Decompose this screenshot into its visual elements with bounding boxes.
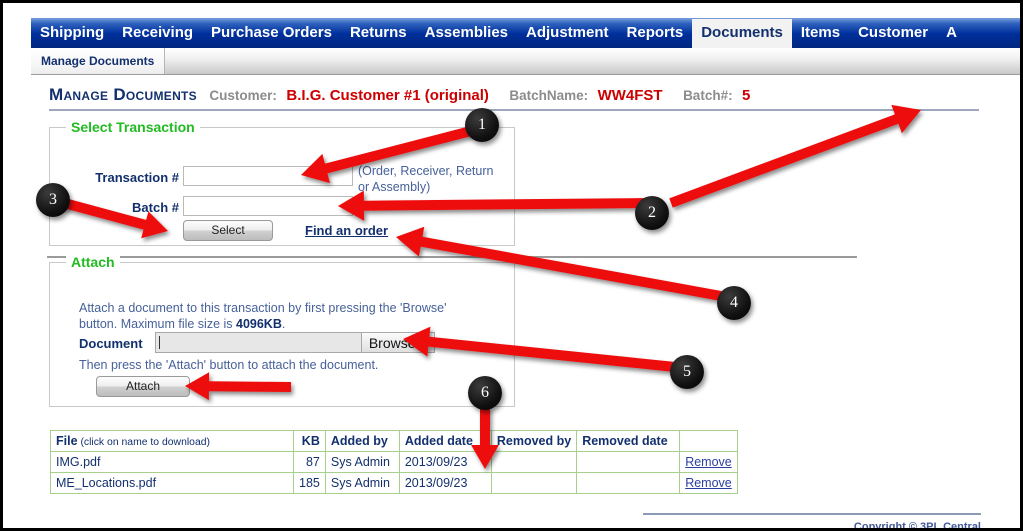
column-header-kb: KB [293,430,326,452]
batchname-label: BatchName: [509,88,589,103]
table-row: ME_Locations.pdf 185 Sys Admin 2013/09/23 Re… [50,472,738,494]
nav-item-label: Customer [858,23,929,41]
nav-item-items[interactable]: Items [792,19,849,48]
nav-item-customer[interactable]: Customer [849,19,937,48]
batchnumber-label: Batch#: [683,88,733,103]
column-header-added-by: Added by [324,430,400,452]
column-header-added-date: Added date [398,430,492,452]
column-header-file-bold: File [56,434,78,448]
sub-navigation: Manage Documents [31,48,1020,75]
column-header-removed-by: Removed by [490,430,578,452]
nav-item-documents[interactable]: Documents [692,18,792,48]
customer-label: Customer: [209,88,277,103]
documents-table: File (click on name to download) KB Adde… [50,430,738,494]
nav-item-label: Receiving [122,23,194,41]
text-cursor-icon [159,336,160,349]
document-file-path-input[interactable] [155,332,362,353]
table-row: IMG.pdf 87 Sys Admin 2013/09/23 Remove [50,451,738,473]
cell-action: Remove [679,451,738,473]
cell-added-by: Sys Admin [324,451,400,473]
nav-item-returns[interactable]: Returns [341,19,416,48]
column-header-action [679,430,738,452]
arrow-2-to-batch-number-header [669,104,921,208]
nav-item-label: Reports [626,23,684,41]
transaction-number-label: Transaction # [95,170,179,185]
transaction-number-input[interactable] [183,166,353,186]
attach-max-size: 4096KB [236,317,282,331]
table-header-row: File (click on name to download) KB Adde… [50,430,738,452]
cell-removed-date [576,472,681,494]
cell-kb: 185 [293,472,326,494]
page-header: Manage Documents Customer: B.I.G. Custom… [49,85,1004,107]
nav-item-label: Assemblies [424,23,509,41]
nav-item-receiving[interactable]: Receiving [113,19,202,48]
nav-item-reports[interactable]: Reports [618,19,693,48]
nav-item-adjustment[interactable]: Adjustment [517,19,618,48]
cell-removed-by [490,451,578,473]
batch-number-input[interactable] [183,196,353,216]
attach-legend: Attach [66,254,120,270]
select-transaction-legend: Select Transaction [66,119,200,135]
nav-item-label: Adjustment [526,23,609,41]
callout-marker-4: 4 [717,286,751,320]
file-download-link[interactable]: ME_Locations.pdf [56,476,156,490]
nav-item-label: Returns [349,23,407,41]
transaction-number-hint: (Order, Receiver, Return or Assembly) [358,164,494,194]
customer-value: B.I.G. Customer #1 (original) [286,87,489,104]
cell-kb: 87 [293,451,326,473]
cell-added-date: 2013/09/23 [398,472,492,494]
nav-item-assemblies[interactable]: Assemblies [416,19,517,48]
cell-file: IMG.pdf [50,451,294,473]
select-button[interactable]: Select [183,220,273,241]
batchnumber-value: 5 [742,87,751,104]
attach-instructions-suffix: . [281,317,286,331]
nav-item-label: A [946,23,957,41]
batch-number-label: Batch # [132,200,179,215]
nav-item-label: Documents [701,23,783,41]
section-divider [47,256,857,258]
document-file-picker[interactable]: Browse... [155,332,435,353]
subnav-filler [165,48,1020,74]
page-title: Manage Documents [49,85,197,104]
batchname-value: WW4FST [597,87,663,104]
attach-button[interactable]: Attach [96,376,190,397]
column-header-file: File (click on name to download) [50,430,294,452]
attach-instructions: Attach a document to this transaction by… [79,300,479,332]
cell-file: ME_Locations.pdf [50,472,294,494]
attach-then-text: Then press the 'Attach' button to attach… [79,358,379,372]
column-header-removed-date: Removed date [576,430,681,452]
browse-button[interactable]: Browse... [362,332,435,353]
subnav-tab-label: Manage Documents [41,54,155,68]
nav-item-label: Shipping [40,23,105,41]
column-header-file-note: (click on name to download) [77,437,211,448]
find-an-order-link[interactable]: Find an order [305,223,388,238]
cell-action: Remove [679,472,738,494]
nav-item-purchase-orders[interactable]: Purchase Orders [202,19,341,48]
cell-removed-date [576,451,681,473]
remove-link[interactable]: Remove [685,455,732,469]
cell-added-by: Sys Admin [324,472,400,494]
remove-link[interactable]: Remove [685,476,732,490]
callout-marker-2: 2 [635,196,669,230]
header-divider [49,109,979,111]
nav-item-label: Items [800,23,841,41]
cell-removed-by [490,472,578,494]
nav-item-a[interactable]: A [937,19,966,48]
subnav-tab-manage-documents[interactable]: Manage Documents [31,48,166,74]
copyright-text: Copyright © 3PL Central [853,521,981,531]
main-navigation: Shipping Receiving Purchase Orders Returns A… [31,18,1020,48]
document-label: Document [79,336,143,351]
application-window: Shipping Receiving Purchase Orders Returns A… [0,0,1023,531]
cell-added-date: 2013/09/23 [398,451,492,473]
nav-item-shipping[interactable]: Shipping [31,19,113,48]
footer-divider [643,513,981,515]
file-download-link[interactable]: IMG.pdf [56,455,100,469]
callout-marker-5: 5 [670,355,704,389]
nav-item-label: Purchase Orders [211,23,332,41]
